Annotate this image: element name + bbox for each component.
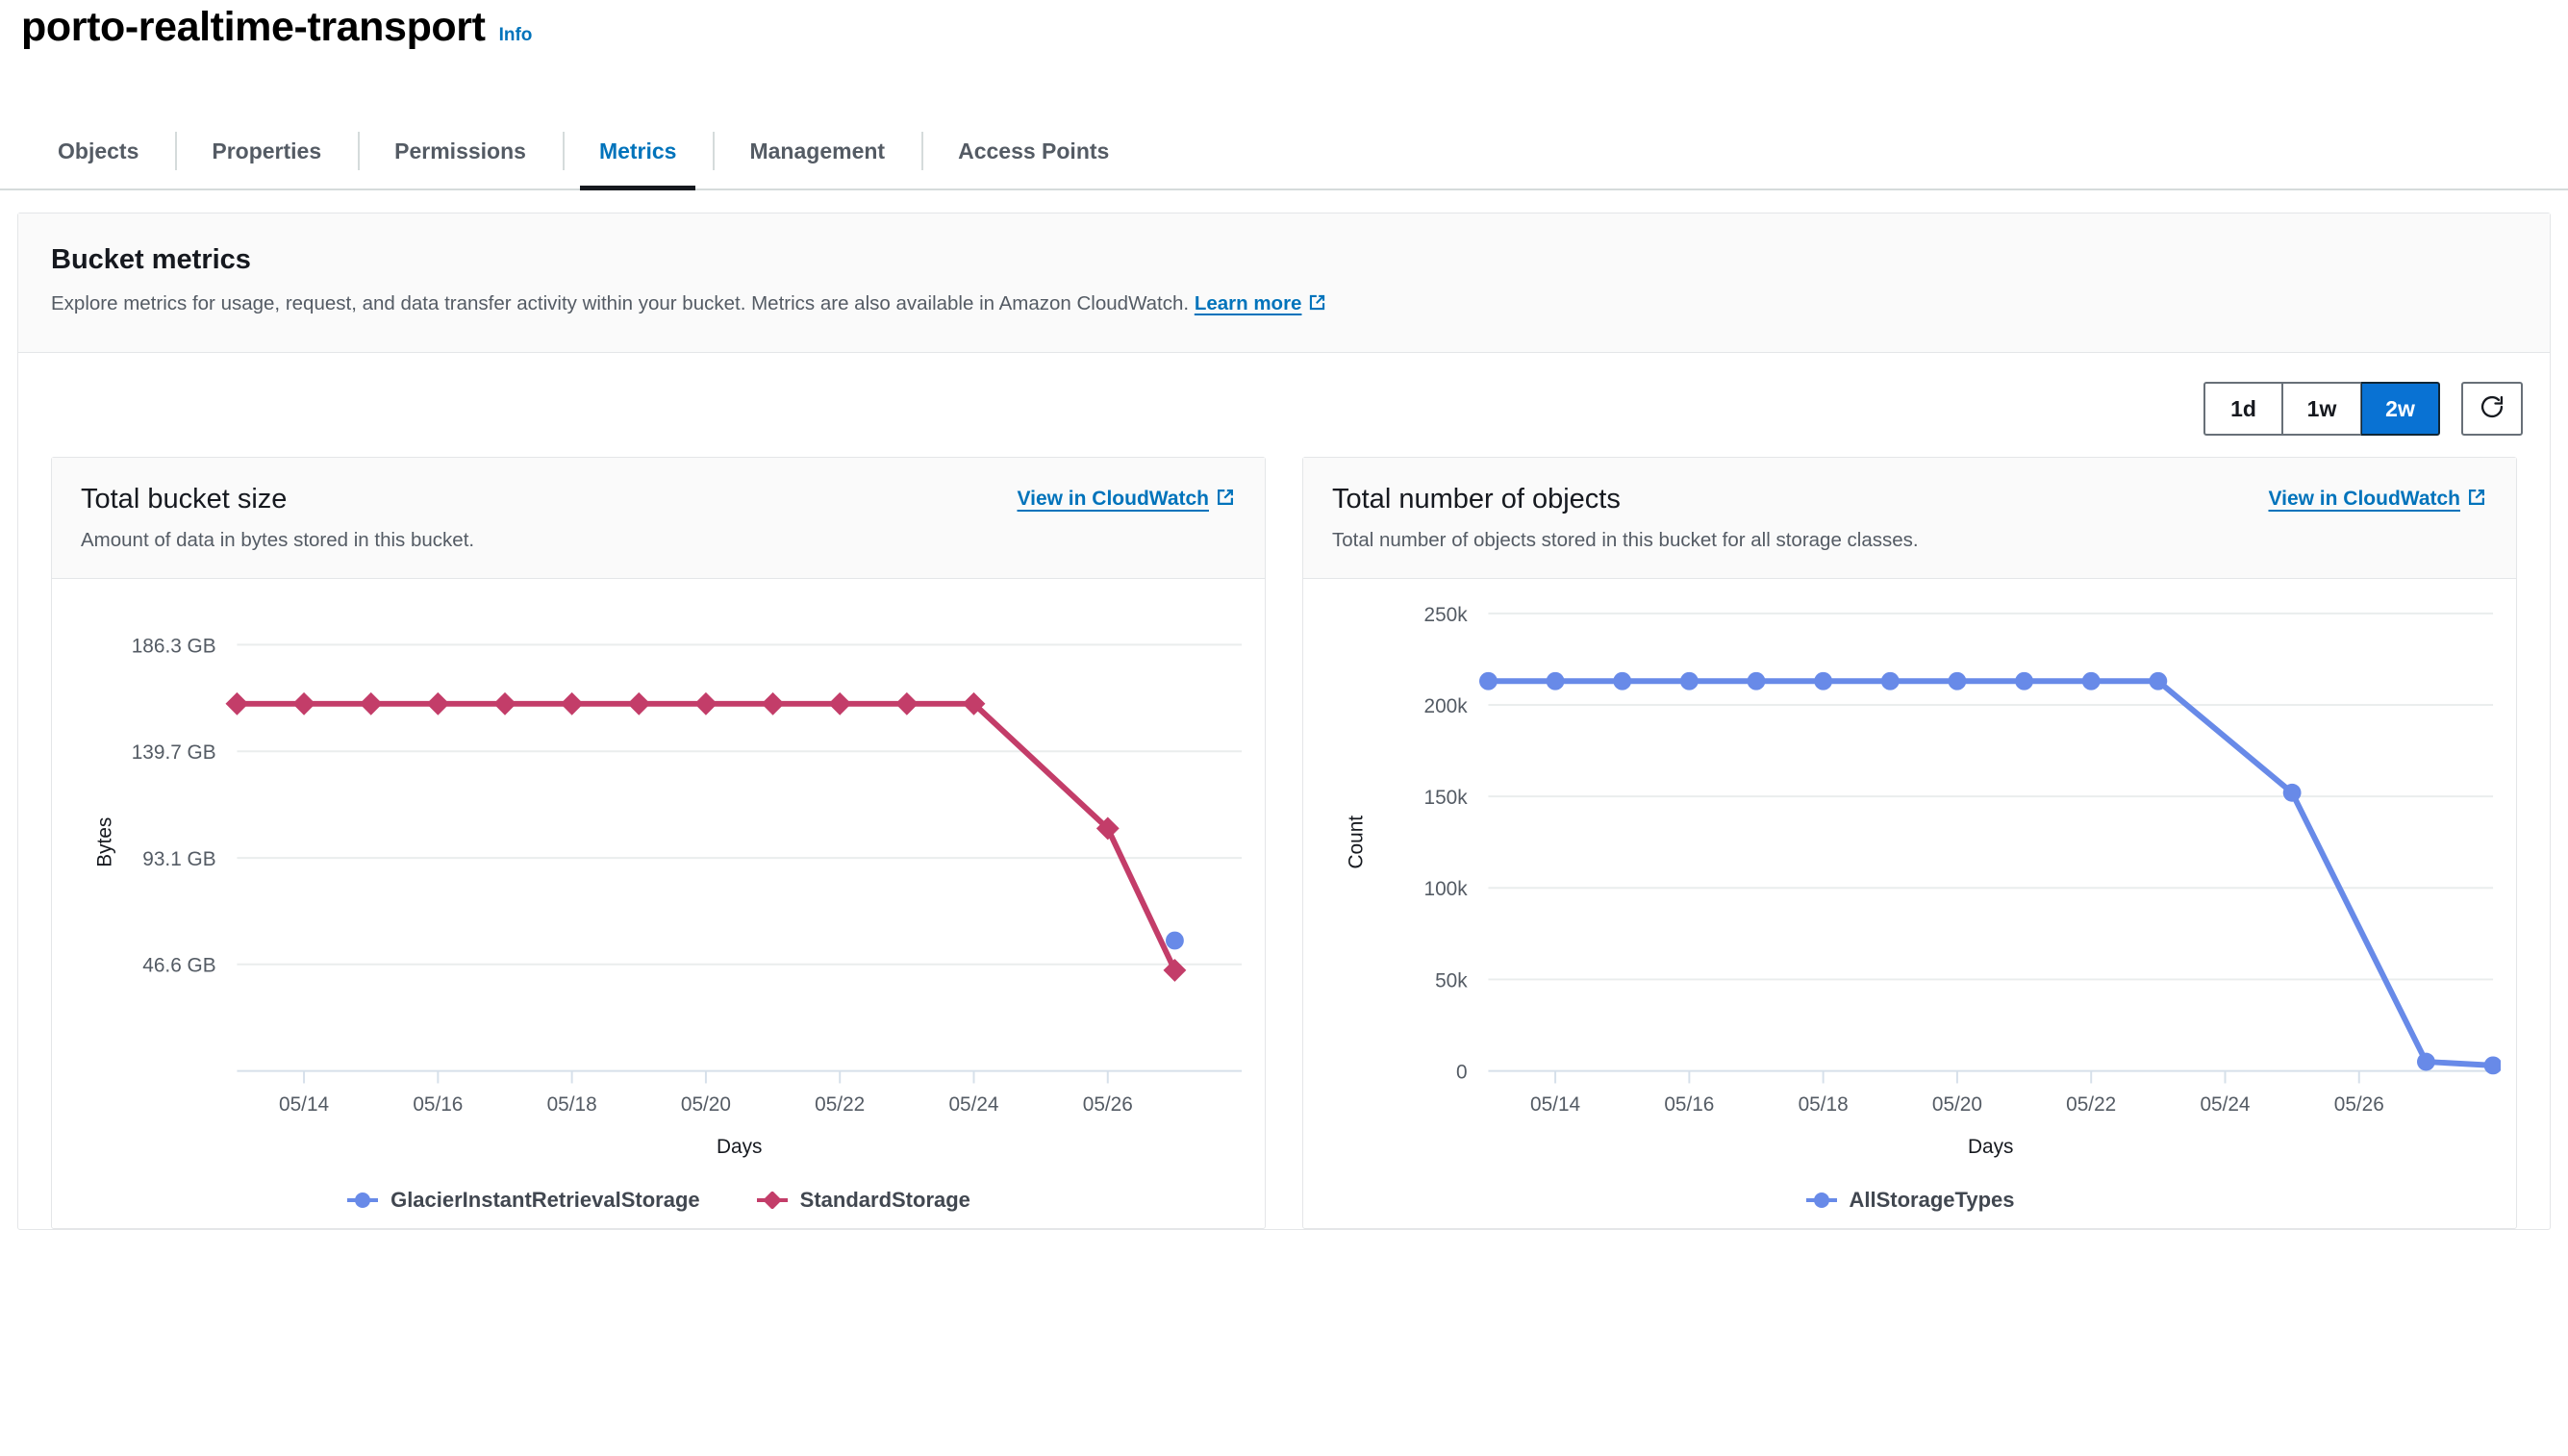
legend-marker-circle-icon bbox=[1805, 1192, 1837, 1208]
panel-title: Bucket metrics bbox=[51, 244, 251, 275]
svg-text:186.3 GB: 186.3 GB bbox=[132, 635, 216, 657]
svg-text:Days: Days bbox=[717, 1136, 762, 1158]
range-button-2w[interactable]: 2w bbox=[2361, 382, 2440, 436]
svg-text:05/26: 05/26 bbox=[1083, 1093, 1133, 1116]
time-range-selector: 1d 1w 2w bbox=[2203, 382, 2440, 436]
view-in-cloudwatch-link[interactable]: View in CloudWatch bbox=[1017, 481, 1236, 514]
svg-text:05/18: 05/18 bbox=[1799, 1093, 1849, 1116]
svg-text:0: 0 bbox=[1456, 1062, 1468, 1084]
panel-description-text: Explore metrics for usage, request, and … bbox=[51, 292, 1190, 314]
bucket-metrics-panel: Bucket metrics Explore metrics for usage… bbox=[17, 213, 2551, 1230]
svg-text:139.7 GB: 139.7 GB bbox=[132, 741, 216, 764]
svg-text:100k: 100k bbox=[1424, 878, 1469, 900]
card-title: Total bucket size bbox=[81, 484, 288, 515]
svg-text:05/24: 05/24 bbox=[948, 1093, 998, 1116]
view-in-cloudwatch-label: View in CloudWatch bbox=[1017, 488, 1209, 510]
svg-text:93.1 GB: 93.1 GB bbox=[142, 848, 215, 870]
svg-text:05/14: 05/14 bbox=[279, 1093, 329, 1116]
svg-text:Days: Days bbox=[1968, 1136, 2013, 1158]
card-header: Total number of objects View in CloudWat… bbox=[1303, 458, 2516, 579]
card-total-bucket-size: Total bucket size View in CloudWatch Amo… bbox=[51, 457, 1266, 1229]
card-body: 250k 200k 150k 100k 50k 0 Count 05/14 05/16 05/18… bbox=[1303, 579, 2516, 1228]
panel-description: Explore metrics for usage, request, and … bbox=[51, 290, 2517, 320]
tab-bar: Objects Properties Permissions Metrics M… bbox=[0, 113, 2568, 190]
external-link-icon bbox=[1215, 487, 1236, 514]
chart-total-bucket-size[interactable]: 186.3 GB 139.7 GB 93.1 GB 46.6 GB Bytes 05/14… bbox=[67, 596, 1249, 1168]
info-link[interactable]: Info bbox=[499, 25, 533, 46]
line-chart-svg[interactable]: 186.3 GB 139.7 GB 93.1 GB 46.6 GB Bytes 05/14… bbox=[67, 596, 1249, 1168]
legend-marker-diamond-icon bbox=[756, 1191, 788, 1209]
svg-text:05/18: 05/18 bbox=[547, 1093, 597, 1116]
tab-permissions[interactable]: Permissions bbox=[358, 113, 563, 188]
metrics-cards: Total bucket size View in CloudWatch Amo… bbox=[18, 457, 2550, 1229]
tab-management[interactable]: Management bbox=[713, 113, 921, 188]
legend-label: GlacierInstantRetrievalStorage bbox=[390, 1187, 700, 1212]
svg-text:05/20: 05/20 bbox=[1932, 1093, 1982, 1116]
legend-label: AllStorageTypes bbox=[1849, 1187, 2015, 1212]
svg-text:05/22: 05/22 bbox=[815, 1093, 865, 1116]
svg-text:05/24: 05/24 bbox=[2200, 1093, 2250, 1116]
card-subtitle: Total number of objects stored in this b… bbox=[1332, 529, 1919, 551]
chart-legend: GlacierInstantRetrievalStorage StandardS… bbox=[67, 1168, 1249, 1228]
svg-text:Count: Count bbox=[1346, 816, 1368, 869]
refresh-icon bbox=[2479, 393, 2505, 425]
tab-properties[interactable]: Properties bbox=[175, 113, 358, 188]
svg-text:150k: 150k bbox=[1424, 787, 1469, 809]
tab-objects[interactable]: Objects bbox=[21, 113, 175, 188]
card-title: Total number of objects bbox=[1332, 484, 1621, 515]
card-body: 186.3 GB 139.7 GB 93.1 GB 46.6 GB Bytes 05/14… bbox=[52, 579, 1265, 1228]
view-in-cloudwatch-link[interactable]: View in CloudWatch bbox=[2268, 481, 2487, 514]
legend-item-glacier[interactable]: GlacierInstantRetrievalStorage bbox=[346, 1188, 700, 1213]
card-header: Total bucket size View in CloudWatch Amo… bbox=[52, 458, 1265, 579]
page-header: porto-realtime-transport Info bbox=[0, 0, 2568, 113]
svg-text:05/22: 05/22 bbox=[2066, 1093, 2116, 1116]
line-chart-svg[interactable]: 250k 200k 150k 100k 50k 0 Count 05/14 05/16 05/18… bbox=[1319, 596, 2501, 1168]
legend-item-standard[interactable]: StandardStorage bbox=[756, 1188, 970, 1213]
range-button-1w[interactable]: 1w bbox=[2282, 382, 2361, 436]
tab-access-points[interactable]: Access Points bbox=[921, 113, 1146, 188]
refresh-button[interactable] bbox=[2461, 382, 2523, 436]
legend-marker-circle-icon bbox=[347, 1192, 379, 1208]
panel-header: Bucket metrics Explore metrics for usage… bbox=[18, 213, 2550, 353]
tab-metrics[interactable]: Metrics bbox=[562, 113, 714, 190]
svg-text:50k: 50k bbox=[1435, 969, 1468, 992]
card-subtitle: Amount of data in bytes stored in this b… bbox=[81, 529, 475, 551]
external-link-icon bbox=[2466, 487, 2487, 514]
legend-label: StandardStorage bbox=[799, 1187, 970, 1212]
svg-text:05/26: 05/26 bbox=[2334, 1093, 2384, 1116]
svg-text:46.6 GB: 46.6 GB bbox=[142, 955, 215, 977]
svg-text:200k: 200k bbox=[1424, 695, 1469, 717]
svg-text:05/14: 05/14 bbox=[1530, 1093, 1580, 1116]
external-link-icon bbox=[1307, 292, 1327, 320]
svg-text:05/20: 05/20 bbox=[681, 1093, 731, 1116]
chart-legend: AllStorageTypes bbox=[1319, 1168, 2501, 1228]
metrics-toolbar: 1d 1w 2w bbox=[18, 353, 2550, 457]
svg-text:05/16: 05/16 bbox=[1664, 1093, 1714, 1116]
svg-text:05/16: 05/16 bbox=[413, 1093, 463, 1116]
learn-more-label: Learn more bbox=[1194, 292, 1302, 314]
card-total-number-of-objects: Total number of objects View in CloudWat… bbox=[1302, 457, 2517, 1229]
legend-item-allstoragetypes[interactable]: AllStorageTypes bbox=[1805, 1187, 2015, 1213]
svg-text:Bytes: Bytes bbox=[94, 817, 116, 867]
page-title: porto-realtime-transport bbox=[21, 4, 486, 50]
range-button-1d[interactable]: 1d bbox=[2203, 382, 2282, 436]
chart-total-number-of-objects[interactable]: 250k 200k 150k 100k 50k 0 Count 05/14 05/16 05/18… bbox=[1319, 596, 2501, 1168]
svg-text:250k: 250k bbox=[1424, 604, 1469, 626]
title-row: porto-realtime-transport Info bbox=[21, 0, 532, 52]
learn-more-link[interactable]: Learn more bbox=[1195, 292, 1302, 314]
view-in-cloudwatch-label: View in CloudWatch bbox=[2268, 488, 2460, 510]
